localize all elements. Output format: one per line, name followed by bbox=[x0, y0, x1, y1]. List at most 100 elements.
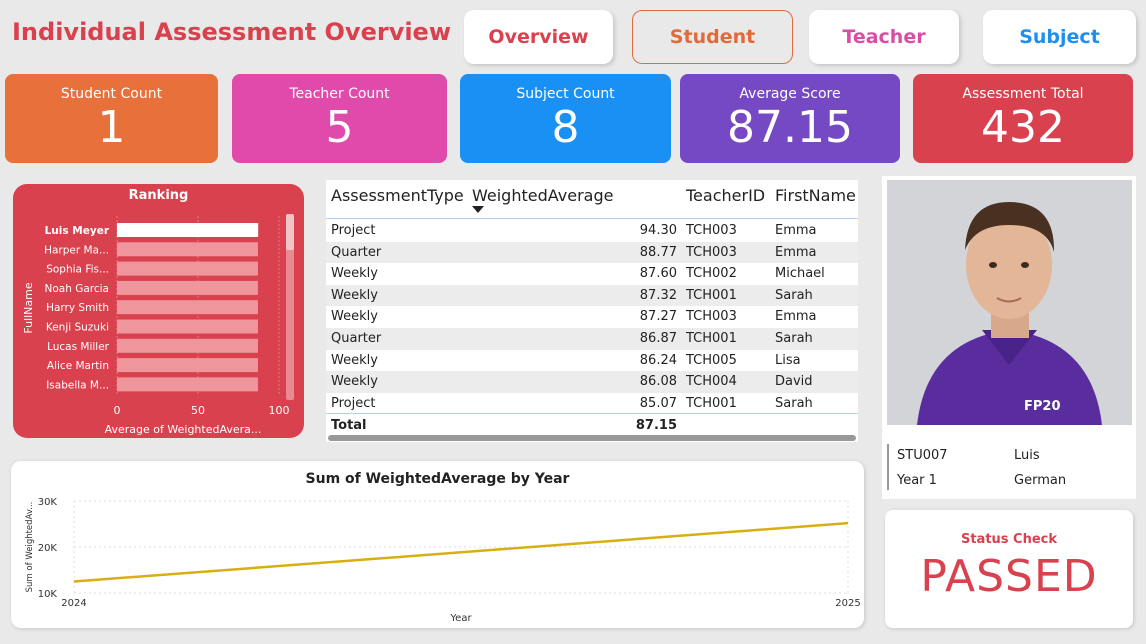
table-cell: Weekly bbox=[331, 266, 378, 282]
col-header-first-name[interactable]: FirstName bbox=[775, 186, 856, 205]
table-cell: Lisa bbox=[775, 352, 801, 368]
ranking-tick-label: 0 bbox=[114, 404, 121, 417]
info-accent-bar bbox=[887, 444, 889, 490]
ranking-name-label: Harper Ma... bbox=[44, 244, 109, 256]
col-header-weighted-average[interactable]: WeightedAverage bbox=[472, 186, 613, 205]
table-cell: 87.27 bbox=[639, 309, 677, 325]
ranking-bar bbox=[117, 319, 258, 334]
table-cell: David bbox=[775, 374, 813, 390]
kpi-label: Average Score bbox=[739, 86, 841, 102]
ranking-bar bbox=[117, 358, 258, 373]
table-row[interactable]: Weekly 87.27 TCH003 Emma bbox=[326, 306, 858, 328]
kpi-label: Student Count bbox=[60, 86, 163, 102]
table-cell: TCH001 bbox=[686, 287, 737, 303]
horizontal-scrollbar[interactable] bbox=[328, 435, 856, 441]
line-chart-svg: 10K 20K 30K 2024 2025 Year Sum of WeightedAv..… bbox=[25, 497, 861, 624]
student-first-name: Luis bbox=[1014, 448, 1040, 463]
table-row[interactable]: Quarter 86.87 TCH001 Sarah bbox=[326, 328, 858, 350]
ranking-y-axis-label: FullName bbox=[22, 282, 35, 333]
table-cell: Project bbox=[331, 395, 376, 411]
kpi-student-count: Student Count 1 bbox=[5, 74, 218, 163]
table-row[interactable]: Project 85.07 TCH001 Sarah bbox=[326, 393, 858, 415]
nav-student-button[interactable]: Student bbox=[632, 10, 793, 64]
ranking-name-label: Isabella M... bbox=[46, 379, 109, 391]
kpi-value: 8 bbox=[551, 102, 580, 153]
ranking-bar bbox=[117, 242, 258, 257]
total-divider bbox=[326, 413, 858, 414]
line-chart-x-axis-label: Year bbox=[449, 613, 472, 624]
table-cell: 88.77 bbox=[639, 244, 677, 260]
table-cell: Weekly bbox=[331, 374, 378, 390]
table-cell: Michael bbox=[775, 266, 825, 282]
table-row[interactable]: Weekly 87.32 TCH001 Sarah bbox=[326, 284, 858, 307]
table-row[interactable]: Weekly 87.60 TCH002 Michael bbox=[326, 263, 858, 285]
table-cell: Emma bbox=[775, 223, 817, 238]
kpi-value: 5 bbox=[325, 102, 354, 153]
table-cell: Quarter bbox=[331, 331, 382, 346]
table-cell: Quarter bbox=[331, 244, 382, 260]
table-row[interactable]: Quarter 88.77 TCH003 Emma bbox=[326, 241, 858, 264]
line-chart-y-axis-label: Sum of WeightedAv... bbox=[25, 502, 35, 593]
student-nationality: German bbox=[1014, 473, 1067, 488]
kpi-value: 1 bbox=[97, 102, 126, 153]
table-cell: 86.24 bbox=[639, 352, 677, 368]
student-year: Year 1 bbox=[897, 473, 937, 488]
ranking-bar bbox=[117, 261, 258, 276]
col-header-teacher-id[interactable]: TeacherID bbox=[686, 186, 765, 205]
table-cell: Emma bbox=[775, 309, 817, 325]
student-id: STU007 bbox=[897, 448, 948, 463]
kpi-label: Subject Count bbox=[516, 86, 615, 102]
line-series bbox=[73, 521, 849, 583]
shirt-logo: FP20 bbox=[1024, 399, 1061, 414]
page-title: Individual Assessment Overview bbox=[12, 18, 452, 46]
ranking-bar bbox=[117, 223, 259, 237]
ranking-bar bbox=[117, 338, 258, 353]
line-chart-y-tick: 20K bbox=[38, 543, 58, 554]
table-cell: TCH003 bbox=[686, 223, 737, 238]
table-cell: Emma bbox=[775, 244, 817, 260]
table-cell: 87.32 bbox=[639, 287, 677, 303]
table-cell: Sarah bbox=[775, 395, 813, 411]
line-chart-y-tick: 10K bbox=[38, 589, 58, 600]
table-cell: Weekly bbox=[331, 287, 378, 303]
table-cell: TCH001 bbox=[686, 395, 737, 411]
table-row[interactable]: Weekly 86.24 TCH005 Lisa bbox=[326, 350, 858, 372]
table-cell: Weekly bbox=[331, 352, 378, 368]
ranking-tick-label: 50 bbox=[191, 404, 205, 417]
sort-desc-icon bbox=[472, 206, 484, 213]
line-chart-card: Sum of WeightedAverage by Year 10K 20K 30K… bbox=[11, 461, 864, 628]
kpi-value: 432 bbox=[981, 102, 1065, 153]
table-row[interactable]: Weekly 86.08 TCH004 David bbox=[326, 371, 858, 393]
ranking-name-label: Alice Martin bbox=[47, 360, 109, 372]
nav-overview-button[interactable]: Overview bbox=[464, 10, 613, 64]
line-chart-x-tick: 2025 bbox=[835, 598, 860, 609]
table-total-row: Total 87.15 bbox=[326, 415, 858, 437]
status-value: PASSED bbox=[920, 551, 1098, 602]
ranking-tick-label: 100 bbox=[269, 404, 290, 417]
ranking-bar bbox=[117, 280, 258, 295]
nav-teacher-button[interactable]: Teacher bbox=[809, 10, 959, 64]
line-chart-x-tick: 2024 bbox=[61, 598, 86, 609]
table-cell: TCH001 bbox=[686, 331, 737, 346]
table-row[interactable]: Project 94.30 TCH003 Emma bbox=[326, 220, 858, 242]
kpi-value: 87.15 bbox=[727, 102, 853, 153]
student-photo: FP20 bbox=[887, 180, 1132, 425]
col-header-assessment-type[interactable]: AssessmentType bbox=[331, 186, 464, 205]
ranking-x-axis-label: Average of WeightedAvera... bbox=[105, 423, 262, 436]
assessment-table: AssessmentType WeightedAverage TeacherID… bbox=[326, 180, 858, 442]
table-cell: 94.30 bbox=[639, 223, 677, 238]
line-chart-y-tick: 30K bbox=[38, 497, 58, 508]
total-value: 87.15 bbox=[635, 418, 677, 433]
ranking-name-label: Harry Smith bbox=[46, 302, 109, 314]
status-check-card: Status Check PASSED bbox=[885, 510, 1133, 628]
table-cell: 86.08 bbox=[639, 374, 677, 390]
ranking-bar bbox=[117, 377, 258, 392]
nav-student-label: Student bbox=[669, 26, 756, 48]
ranking-name-label: Kenji Suzuki bbox=[46, 322, 109, 334]
table-cell: TCH003 bbox=[686, 244, 737, 260]
nav-subject-button[interactable]: Subject bbox=[983, 10, 1136, 64]
nav-overview-label: Overview bbox=[488, 26, 589, 48]
nav-teacher-label: Teacher bbox=[842, 26, 926, 48]
kpi-average-score: Average Score 87.15 bbox=[680, 74, 900, 163]
ranking-name-label: Noah Garcia bbox=[45, 283, 110, 295]
